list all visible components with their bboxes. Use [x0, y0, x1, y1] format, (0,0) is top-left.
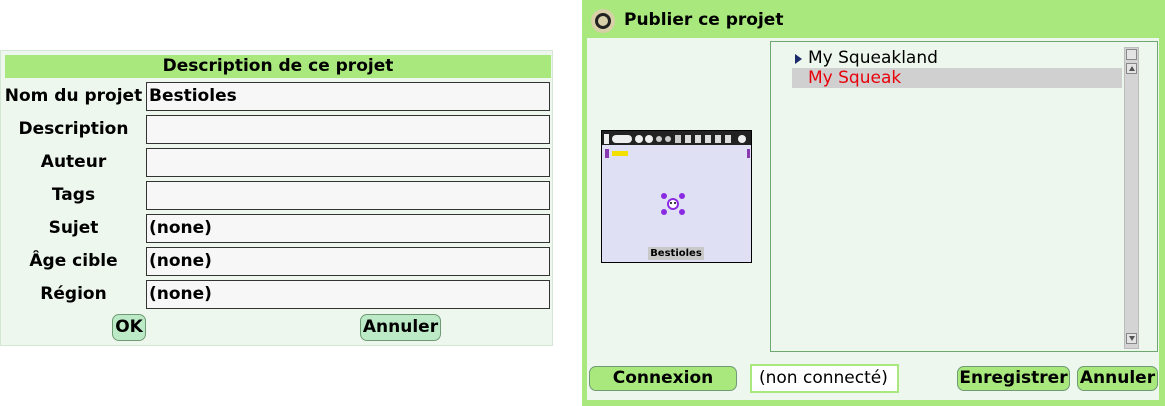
- region-select[interactable]: (none): [146, 280, 550, 309]
- field-row-author: Auteur: [1, 148, 554, 177]
- tree-scrollbar[interactable]: [1124, 47, 1139, 349]
- tree-item-my-squeakland[interactable]: My Squeakland: [792, 48, 1122, 68]
- tags-label: Tags: [51, 185, 96, 205]
- description-label: Description: [18, 119, 129, 139]
- publish-dialog-body: Bestioles My Squeakland My Squeak Connex…: [587, 38, 1159, 400]
- field-row-region: Région (none): [1, 280, 554, 309]
- ok-button[interactable]: OK: [112, 314, 146, 341]
- connect-button[interactable]: Connexion: [589, 366, 737, 391]
- bug-sprite-icon: [605, 149, 750, 215]
- field-row-tags: Tags: [1, 181, 554, 210]
- tree-item-my-squeak[interactable]: My Squeak: [792, 68, 1122, 88]
- chevron-up-icon: [1129, 66, 1135, 71]
- target-age-label: Âge cible: [29, 251, 118, 271]
- description-dialog-title: Description de ce projet: [5, 55, 551, 78]
- region-label: Région: [40, 284, 107, 304]
- subject-label: Sujet: [48, 218, 99, 238]
- scrollbar-menu-button[interactable]: [1126, 49, 1137, 60]
- publish-cancel-button[interactable]: Annuler: [1077, 366, 1158, 391]
- scroll-up-button[interactable]: [1126, 63, 1137, 74]
- author-label: Auteur: [40, 152, 107, 172]
- chevron-down-icon: [1129, 336, 1135, 341]
- description-dialog: Description de ce projet Nom du projet B…: [0, 50, 553, 346]
- field-row-subject: Sujet (none): [1, 214, 554, 243]
- target-age-select[interactable]: (none): [146, 247, 550, 276]
- connection-status: (non connecté): [750, 364, 899, 393]
- save-button[interactable]: Enregistrer: [957, 366, 1070, 391]
- project-name-label: Nom du projet: [4, 86, 143, 106]
- window-menu-icon[interactable]: [591, 9, 615, 33]
- thumbnail-toolbar-icons: [604, 134, 746, 144]
- field-row-description: Description: [1, 115, 554, 144]
- project-thumbnail: Bestioles: [601, 130, 752, 263]
- thumbnail-toolbar: [602, 131, 751, 145]
- author-field[interactable]: [146, 148, 550, 177]
- publish-dialog-title: Publier ce projet: [624, 10, 784, 30]
- ring-icon: [595, 13, 611, 29]
- description-field[interactable]: [146, 115, 550, 144]
- scroll-down-button[interactable]: [1126, 333, 1137, 344]
- description-cancel-button[interactable]: Annuler: [360, 314, 441, 341]
- server-tree-list[interactable]: My Squeakland My Squeak: [770, 41, 1158, 352]
- thumbnail-label: Bestioles: [648, 247, 704, 260]
- project-name-field[interactable]: Bestioles: [146, 82, 550, 111]
- field-row-target-age: Âge cible (none): [1, 247, 554, 276]
- subject-select[interactable]: (none): [146, 214, 550, 243]
- field-row-project-name: Nom du projet Bestioles: [1, 82, 554, 111]
- publish-dialog: Publier ce projet Bestioles My Squeaklan…: [582, 0, 1165, 406]
- tags-field[interactable]: [146, 181, 550, 210]
